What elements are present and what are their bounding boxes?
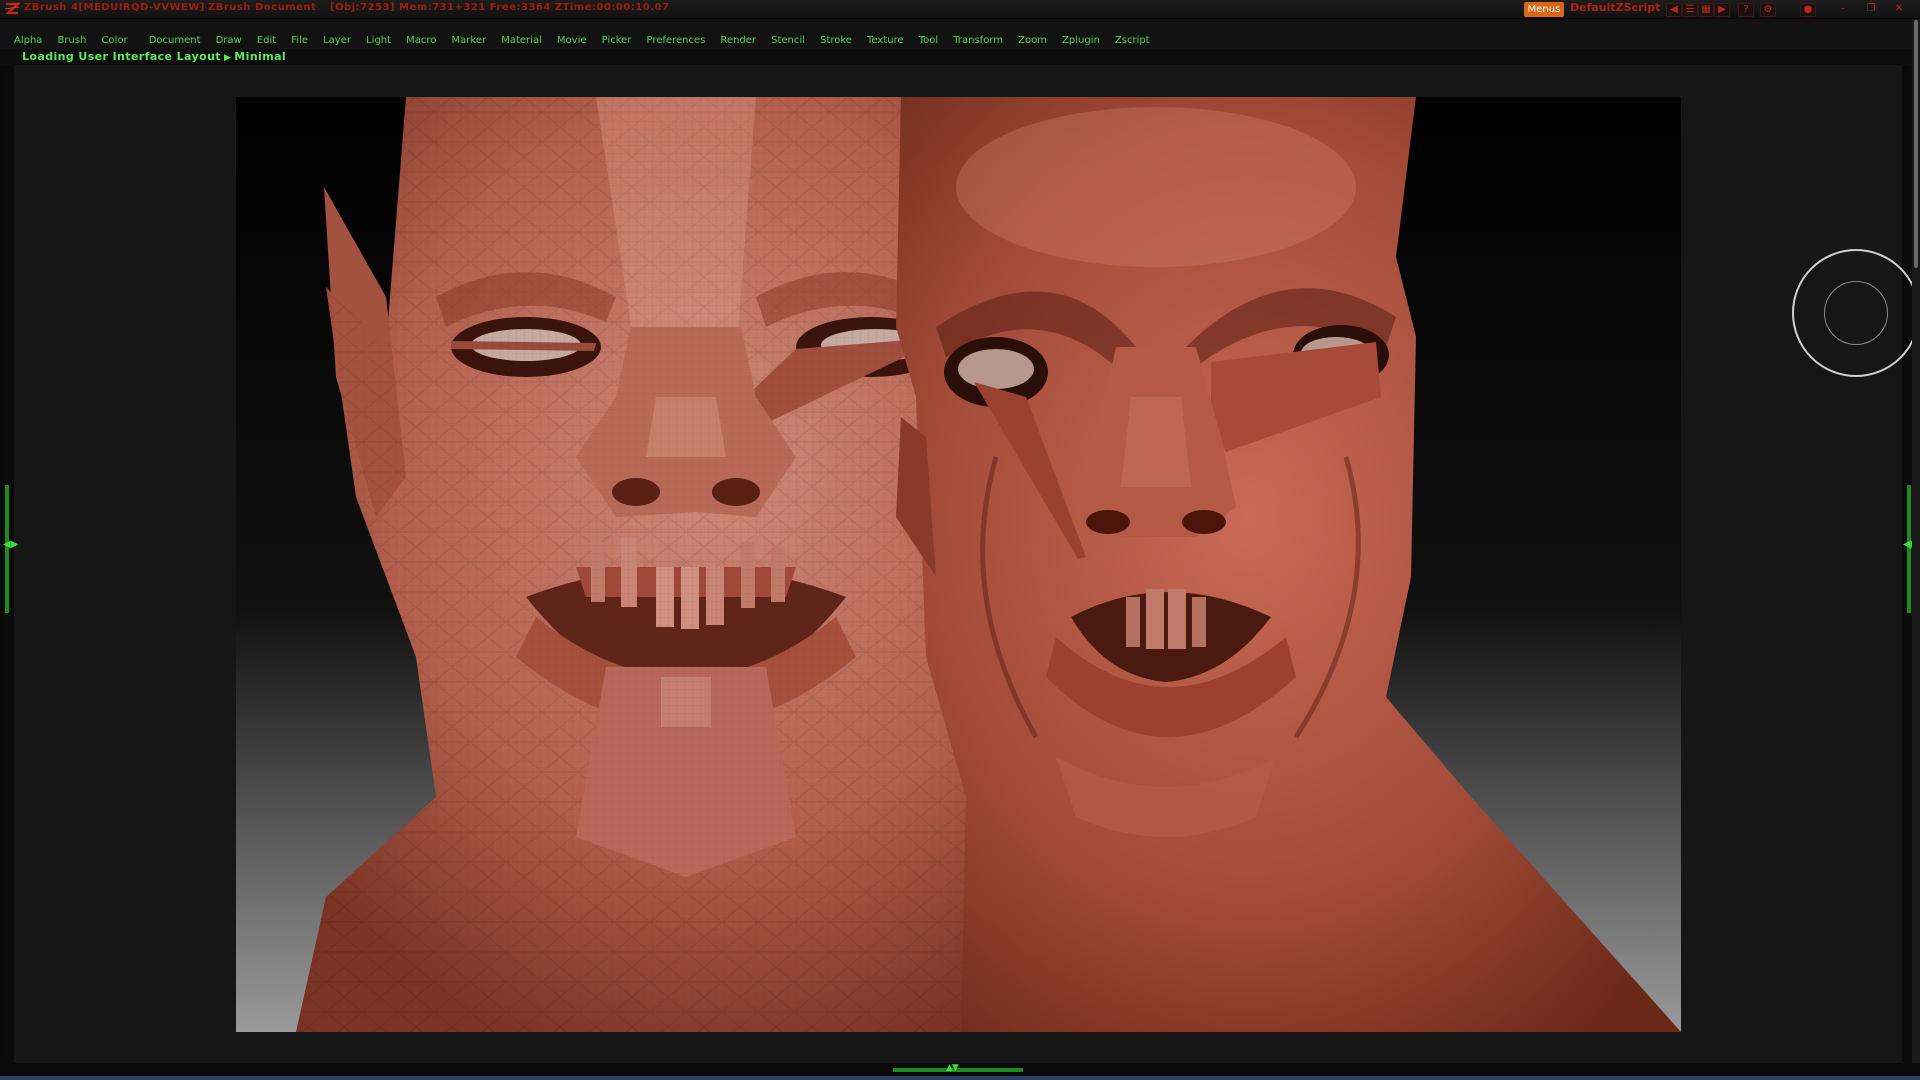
menu-zscript[interactable]: Zscript [1115, 35, 1150, 47]
menu-movie[interactable]: Movie [557, 35, 587, 47]
menu-picker[interactable]: Picker [602, 35, 632, 47]
menu-list: Alpha Brush Color Document Draw Edit Fil… [14, 28, 1160, 47]
document-title: ZBrush Document [208, 2, 317, 13]
menu-draw[interactable]: Draw [216, 35, 242, 47]
navigation-ring-inner[interactable] [1824, 281, 1888, 345]
app-title: ZBrush 4[MEDUIRQD-VVWEW] [24, 2, 205, 13]
zbrush-logo-icon [4, 2, 20, 15]
menu-texture[interactable]: Texture [867, 35, 904, 47]
list-icon[interactable]: ☰ [1682, 3, 1698, 17]
menu-macro[interactable]: Macro [406, 35, 436, 47]
menu-marker[interactable]: Marker [452, 35, 487, 47]
menu-alpha[interactable]: Alpha [14, 35, 42, 47]
status-arrow-icon: ▶ [223, 53, 232, 63]
scrollbar-thumb[interactable] [1914, 20, 1918, 268]
prev-icon[interactable]: ◀ [1666, 3, 1682, 17]
help-icon[interactable]: ? [1738, 3, 1754, 17]
menus-toggle-button[interactable]: Menus [1524, 2, 1564, 17]
menu-stroke[interactable]: Stroke [820, 35, 852, 47]
gear-icon[interactable]: ⚙ [1760, 3, 1776, 17]
scene-stats: [Obj:7253] Mem:731+321 Free:3364 ZTime:0… [330, 2, 670, 13]
close-icon[interactable]: ✕ [1892, 3, 1906, 15]
menu-layer[interactable]: Layer [323, 35, 351, 47]
minimize-icon[interactable]: – [1836, 3, 1850, 15]
left-tray-arrow-icon[interactable]: ◀▶ [3, 540, 18, 550]
record-icon[interactable]: ● [1800, 3, 1816, 17]
sculpt-render-image [236, 97, 1681, 1032]
menu-edit[interactable]: Edit [257, 35, 276, 47]
sculpt-canvas[interactable] [236, 97, 1681, 1032]
status-message: Loading User Interface Layout ▶ Minimal [22, 50, 286, 65]
status-layout-name: Minimal [234, 50, 287, 63]
menu-transform[interactable]: Transform [953, 35, 1003, 47]
menu-brush[interactable]: Brush [58, 35, 87, 47]
default-zscript-label[interactable]: DefaultZScript [1570, 0, 1660, 16]
taskbar-strip [0, 1076, 1920, 1080]
title-bar: ZBrush 4[MEDUIRQD-VVWEW] ZBrush Document… [0, 0, 1920, 19]
restore-icon[interactable]: ❐ [1864, 3, 1878, 15]
grid-icon[interactable]: ▦ [1698, 3, 1714, 17]
bottom-tray-arrow-icon[interactable]: ▲▼ [946, 1064, 959, 1073]
next-icon[interactable]: ▶ [1714, 3, 1730, 17]
menu-document[interactable]: Document [149, 35, 201, 47]
main-menu-bar: Alpha Brush Color Document Draw Edit Fil… [0, 19, 1920, 49]
menu-material[interactable]: Material [501, 35, 542, 47]
menu-render[interactable]: Render [720, 35, 756, 47]
menu-color[interactable]: Color [101, 35, 127, 47]
status-line: Loading User Interface Layout ▶ Minimal [0, 49, 1920, 65]
menu-preferences[interactable]: Preferences [647, 35, 706, 47]
menu-zplugin[interactable]: Zplugin [1062, 35, 1100, 47]
menu-file[interactable]: File [291, 35, 308, 47]
menu-zoom[interactable]: Zoom [1018, 35, 1047, 47]
status-message-text: Loading User Interface Layout [22, 50, 221, 63]
menu-tool[interactable]: Tool [919, 35, 938, 47]
menu-light[interactable]: Light [366, 35, 391, 47]
menu-stencil[interactable]: Stencil [771, 35, 805, 47]
bottom-tray-handle[interactable] [893, 1068, 1023, 1072]
